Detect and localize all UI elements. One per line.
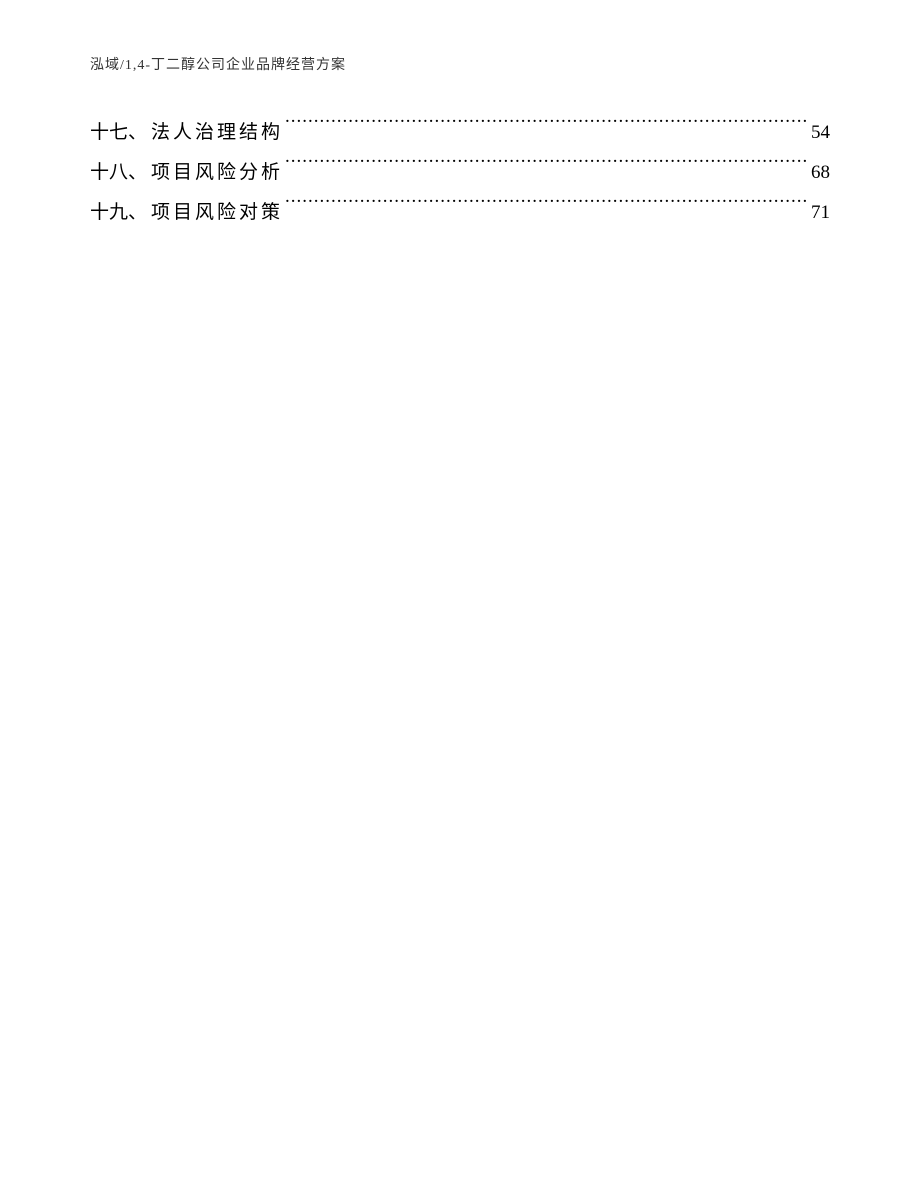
- toc-entry-number: 十九: [90, 194, 128, 232]
- toc-entry-page: 68: [811, 154, 830, 192]
- toc-dots-leader: [285, 195, 809, 218]
- document-page: 泓域/1,4-丁二醇公司企业品牌经营方案 十七、 法人治理结构 54 十八、 项…: [0, 0, 920, 1191]
- toc-entry: 十八、 项目风险分析 68: [90, 154, 830, 192]
- toc-entry-separator: 、: [128, 154, 147, 192]
- toc-dots-leader: [285, 155, 809, 178]
- toc-entry-page: 71: [811, 194, 830, 232]
- toc-entry-page: 54: [811, 114, 830, 152]
- page-header: 泓域/1,4-丁二醇公司企业品牌经营方案: [90, 54, 830, 74]
- toc-entry-title: 项目风险对策: [151, 194, 283, 232]
- toc-entry-number: 十八: [90, 154, 128, 192]
- toc-entry-title: 项目风险分析: [151, 154, 283, 192]
- toc-entry-number: 十七: [90, 114, 128, 152]
- toc-dots-leader: [285, 115, 809, 138]
- toc-entry: 十七、 法人治理结构 54: [90, 114, 830, 152]
- toc-list: 十七、 法人治理结构 54 十八、 项目风险分析 68 十九、 项目风险对策 7…: [90, 114, 830, 232]
- toc-entry: 十九、 项目风险对策 71: [90, 194, 830, 232]
- toc-entry-separator: 、: [128, 194, 147, 232]
- toc-entry-separator: 、: [128, 114, 147, 152]
- toc-entry-title: 法人治理结构: [151, 114, 283, 152]
